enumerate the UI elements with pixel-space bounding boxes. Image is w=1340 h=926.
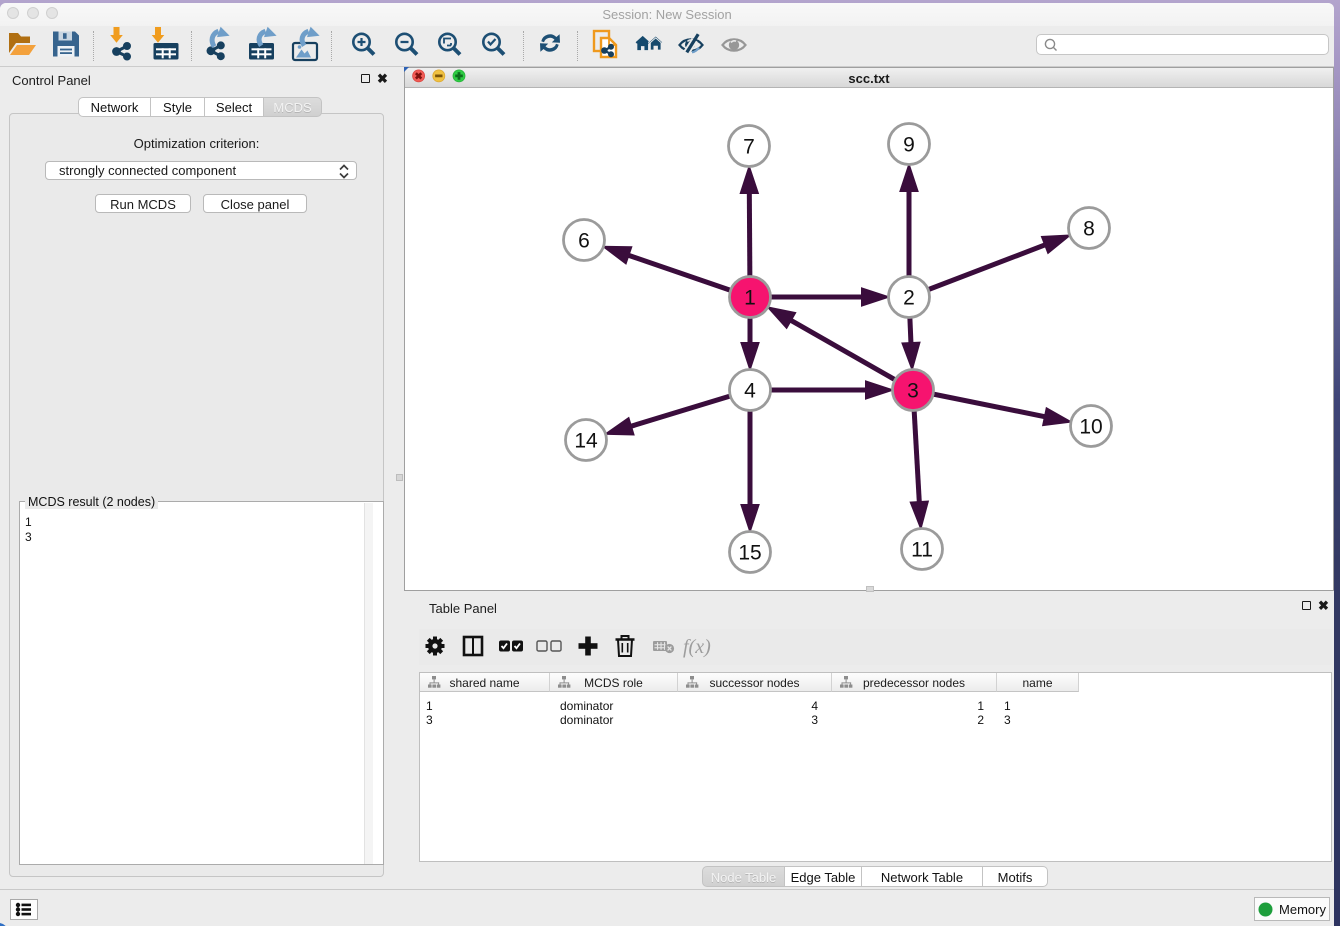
svg-text:14: 14 xyxy=(574,430,598,453)
svg-text:4: 4 xyxy=(744,380,756,403)
svg-text:1: 1 xyxy=(744,287,756,310)
svg-text:2: 2 xyxy=(903,287,915,310)
svg-text:3: 3 xyxy=(907,380,919,403)
svg-text:9: 9 xyxy=(903,134,915,157)
svg-text:11: 11 xyxy=(911,539,933,562)
svg-text:6: 6 xyxy=(578,230,590,253)
svg-text:15: 15 xyxy=(738,542,761,565)
svg-text:7: 7 xyxy=(743,136,755,159)
svg-text:f(x): f(x) xyxy=(683,636,711,658)
svg-text:8: 8 xyxy=(1083,218,1095,241)
svg-text:10: 10 xyxy=(1079,416,1102,439)
